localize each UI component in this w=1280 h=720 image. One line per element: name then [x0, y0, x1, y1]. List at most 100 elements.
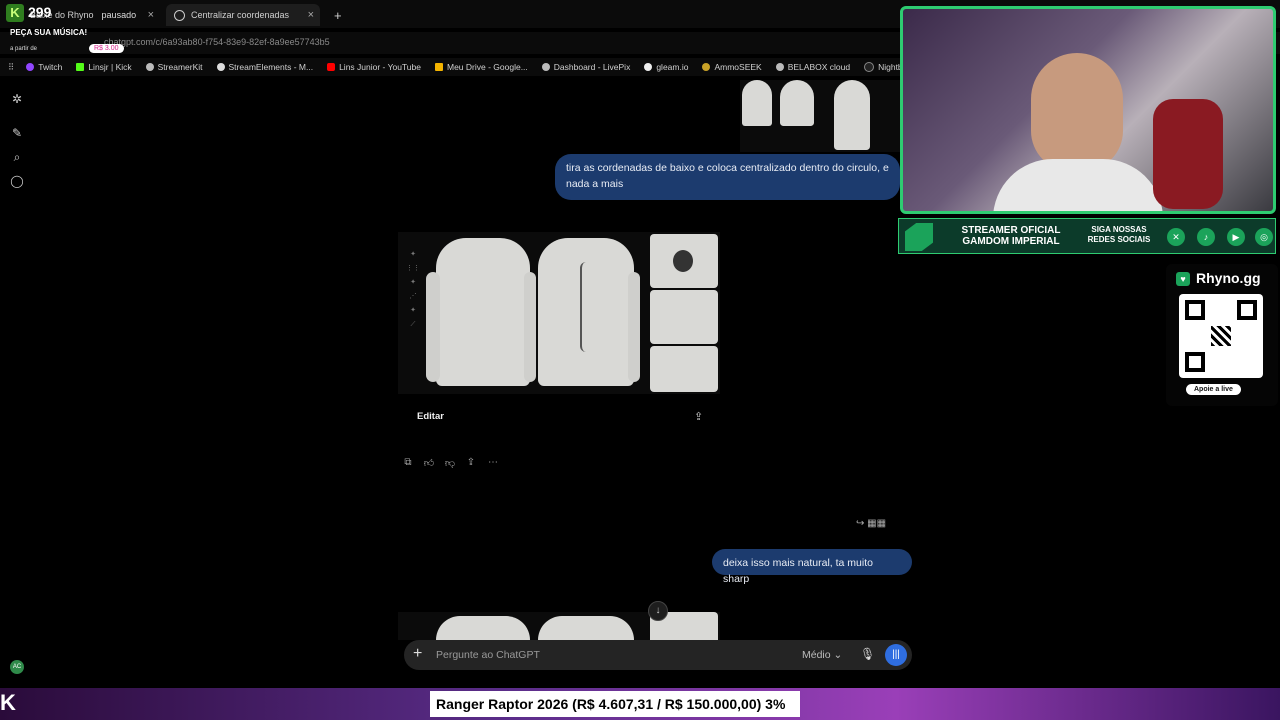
apps-grid-icon[interactable]: ⠿ [8, 62, 14, 73]
google-drive-icon [435, 63, 443, 71]
add-attachment-icon[interactable]: + [413, 645, 422, 663]
bookmark-twitch[interactable]: Twitch [26, 62, 62, 72]
copy-icon[interactable]: ⧉ [401, 457, 415, 471]
tab-baixe-do-rhyno[interactable]: Baixe do Rhyno pausado × [0, 4, 160, 26]
edit-image-button[interactable]: Editar [417, 411, 444, 422]
bookmark-label: StreamerKit [157, 62, 203, 72]
shirt-sleeve [426, 272, 440, 382]
globe-icon [775, 63, 784, 71]
gamdom-logo [905, 223, 933, 251]
bookmark-streamelements[interactable]: StreamElements - M... [216, 62, 314, 72]
feature-icons-column: ✦ ⋮⋮ ✦ ⋰ ✦ ⟋ [406, 251, 420, 328]
bookmark-label: BELABOX cloud [787, 62, 851, 72]
mode-label: Médio [802, 649, 831, 661]
shirt-detail-crop [650, 346, 718, 392]
shirt-detail-crop [650, 290, 718, 344]
globe-icon [145, 63, 154, 71]
shirt-sleeve [524, 272, 536, 382]
chat-input[interactable]: Pergunte ao ChatGPT [436, 649, 540, 661]
youtube-icon [327, 63, 336, 71]
bookmark-streamerkit[interactable]: StreamerKit [145, 62, 203, 72]
streamelements-icon [216, 63, 225, 71]
support-live-label: Apoie a live [1186, 384, 1241, 395]
shirt-front-mockup [742, 80, 772, 126]
tab-label: Centralizar coordenadas [191, 10, 290, 20]
chatgpt-icon [174, 9, 185, 21]
url-field[interactable]: chatgpt.com/c/6a93ab80-f754-83e9-82ef-8a… [104, 37, 330, 47]
bookmark-label: Meu Drive - Google... [447, 62, 528, 72]
bookmark-label: Dashboard - LivePix [553, 62, 631, 72]
gleam-icon [644, 63, 653, 71]
close-icon[interactable]: × [308, 9, 314, 21]
user-message: tira as cordenadas de baixo e coloca cen… [555, 154, 900, 200]
gaming-chair [1153, 99, 1223, 209]
kick-logo: K [0, 690, 16, 715]
generated-image[interactable] [398, 612, 720, 640]
bookmark-label: Twitch [38, 62, 63, 72]
close-icon[interactable]: × [148, 9, 154, 21]
shirt-sleeve [628, 272, 640, 382]
tiktok-icon: ♪ [1197, 228, 1215, 246]
share-icon[interactable]: ⇪ [464, 457, 478, 471]
model-mode-selector[interactable]: Médio ⌄ [802, 649, 842, 661]
avatar[interactable]: AC [10, 660, 24, 674]
streamer-face [1031, 53, 1123, 171]
ammoseek-icon [702, 63, 711, 71]
bookmark-label: gleam.io [656, 62, 689, 72]
route-line-print [580, 262, 592, 352]
bookmark-livepix[interactable]: Dashboard - LivePix [541, 62, 631, 72]
bookmark-label: Linsjr | Kick [88, 62, 132, 72]
heart-icon: ♥ [1176, 272, 1190, 286]
share-icon[interactable]: ⇪ [694, 410, 703, 423]
song-request-label: PEÇA SUA MÚSICA! [10, 28, 88, 37]
rhyno-brand: Rhyno.gg [1196, 270, 1261, 286]
previous-generated-image[interactable] [740, 80, 900, 152]
bookmarks-bar: ⠿ Twitch Linsjr | Kick StreamerKit Strea… [0, 58, 942, 76]
nightbot-icon [864, 62, 875, 72]
bookmark-gleam[interactable]: gleam.io [644, 62, 688, 72]
thumbs-down-icon[interactable]: 👎︎ [443, 457, 457, 471]
bookmark-label: StreamElements - M... [228, 62, 314, 72]
chat-composer[interactable]: + Pergunte ao ChatGPT Médio ⌄ 🎙︎ ||| [404, 640, 912, 670]
sponsor-title: STREAMER OFICIAL GAMDOM IMPERIAL [961, 225, 1061, 247]
bookmark-google-drive[interactable]: Meu Drive - Google... [435, 62, 528, 72]
user-message: deixa isso mais natural, ta muito sharp [712, 549, 912, 585]
voice-mode-button[interactable]: ||| [885, 644, 907, 666]
shirt-back-mockup [780, 80, 814, 126]
rhyno-donation-panel: ♥ Rhyno.gg Apoie a live [1166, 264, 1278, 406]
globe-icon [541, 63, 550, 71]
new-chat-icon[interactable]: ✎ [10, 126, 24, 140]
bookmark-belabox[interactable]: BELABOX cloud [775, 62, 851, 72]
new-tab-button[interactable]: + [326, 4, 350, 26]
shirt-back-mockup [834, 80, 870, 150]
generated-image[interactable]: ✦ ⋮⋮ ✦ ⋰ ✦ ⟋ [398, 232, 720, 394]
bookmark-kick[interactable]: Linsjr | Kick [76, 62, 132, 72]
webcam-feed [900, 6, 1276, 214]
chat-sidebar: ✲ ✎ ⌕ ◯ [0, 80, 34, 685]
chatgpt-logo-icon[interactable]: ✲ [10, 92, 24, 106]
bookmark-ammoseek[interactable]: AmmoSEEK [702, 62, 762, 72]
tab-centralizar-coordenadas[interactable]: Centralizar coordenadas × [166, 4, 320, 26]
search-icon[interactable]: ⌕ [10, 150, 24, 164]
instagram-icon: ◎ [1255, 228, 1273, 246]
scroll-down-button[interactable]: ↓ [648, 601, 668, 621]
chat-bubble-icon[interactable]: ◯ [10, 174, 24, 188]
youtube-icon: ▶ [1227, 228, 1245, 246]
bookmark-youtube[interactable]: Lins Junior - YouTube [327, 62, 421, 72]
tab-status: pausado [101, 10, 137, 20]
shirt-back-mockup [538, 616, 634, 640]
reply-arrow-icon[interactable]: ↪ ▦▦ [856, 518, 886, 529]
bookmark-label: Lins Junior - YouTube [339, 62, 421, 72]
twitch-icon [26, 63, 35, 71]
thumbs-up-icon[interactable]: 👍︎ [422, 457, 436, 471]
social-cta: SIGA NOSSAS REDES SOCIAIS [1087, 225, 1151, 244]
sponsor-banner: STREAMER OFICIAL GAMDOM IMPERIAL SIGA NO… [898, 218, 1276, 254]
song-price-badge: R$ 3.00 [89, 44, 124, 53]
kick-logo: K [6, 4, 24, 22]
more-options-icon[interactable]: ⋯ [486, 457, 500, 471]
viewer-count: 299 [28, 4, 52, 20]
kick-icon [76, 63, 85, 71]
goal-progress-text: Ranger Raptor 2026 (R$ 4.607,31 / R$ 150… [430, 691, 800, 717]
circle-logo-print [673, 250, 693, 272]
microphone-icon[interactable]: 🎙︎ [860, 647, 875, 661]
